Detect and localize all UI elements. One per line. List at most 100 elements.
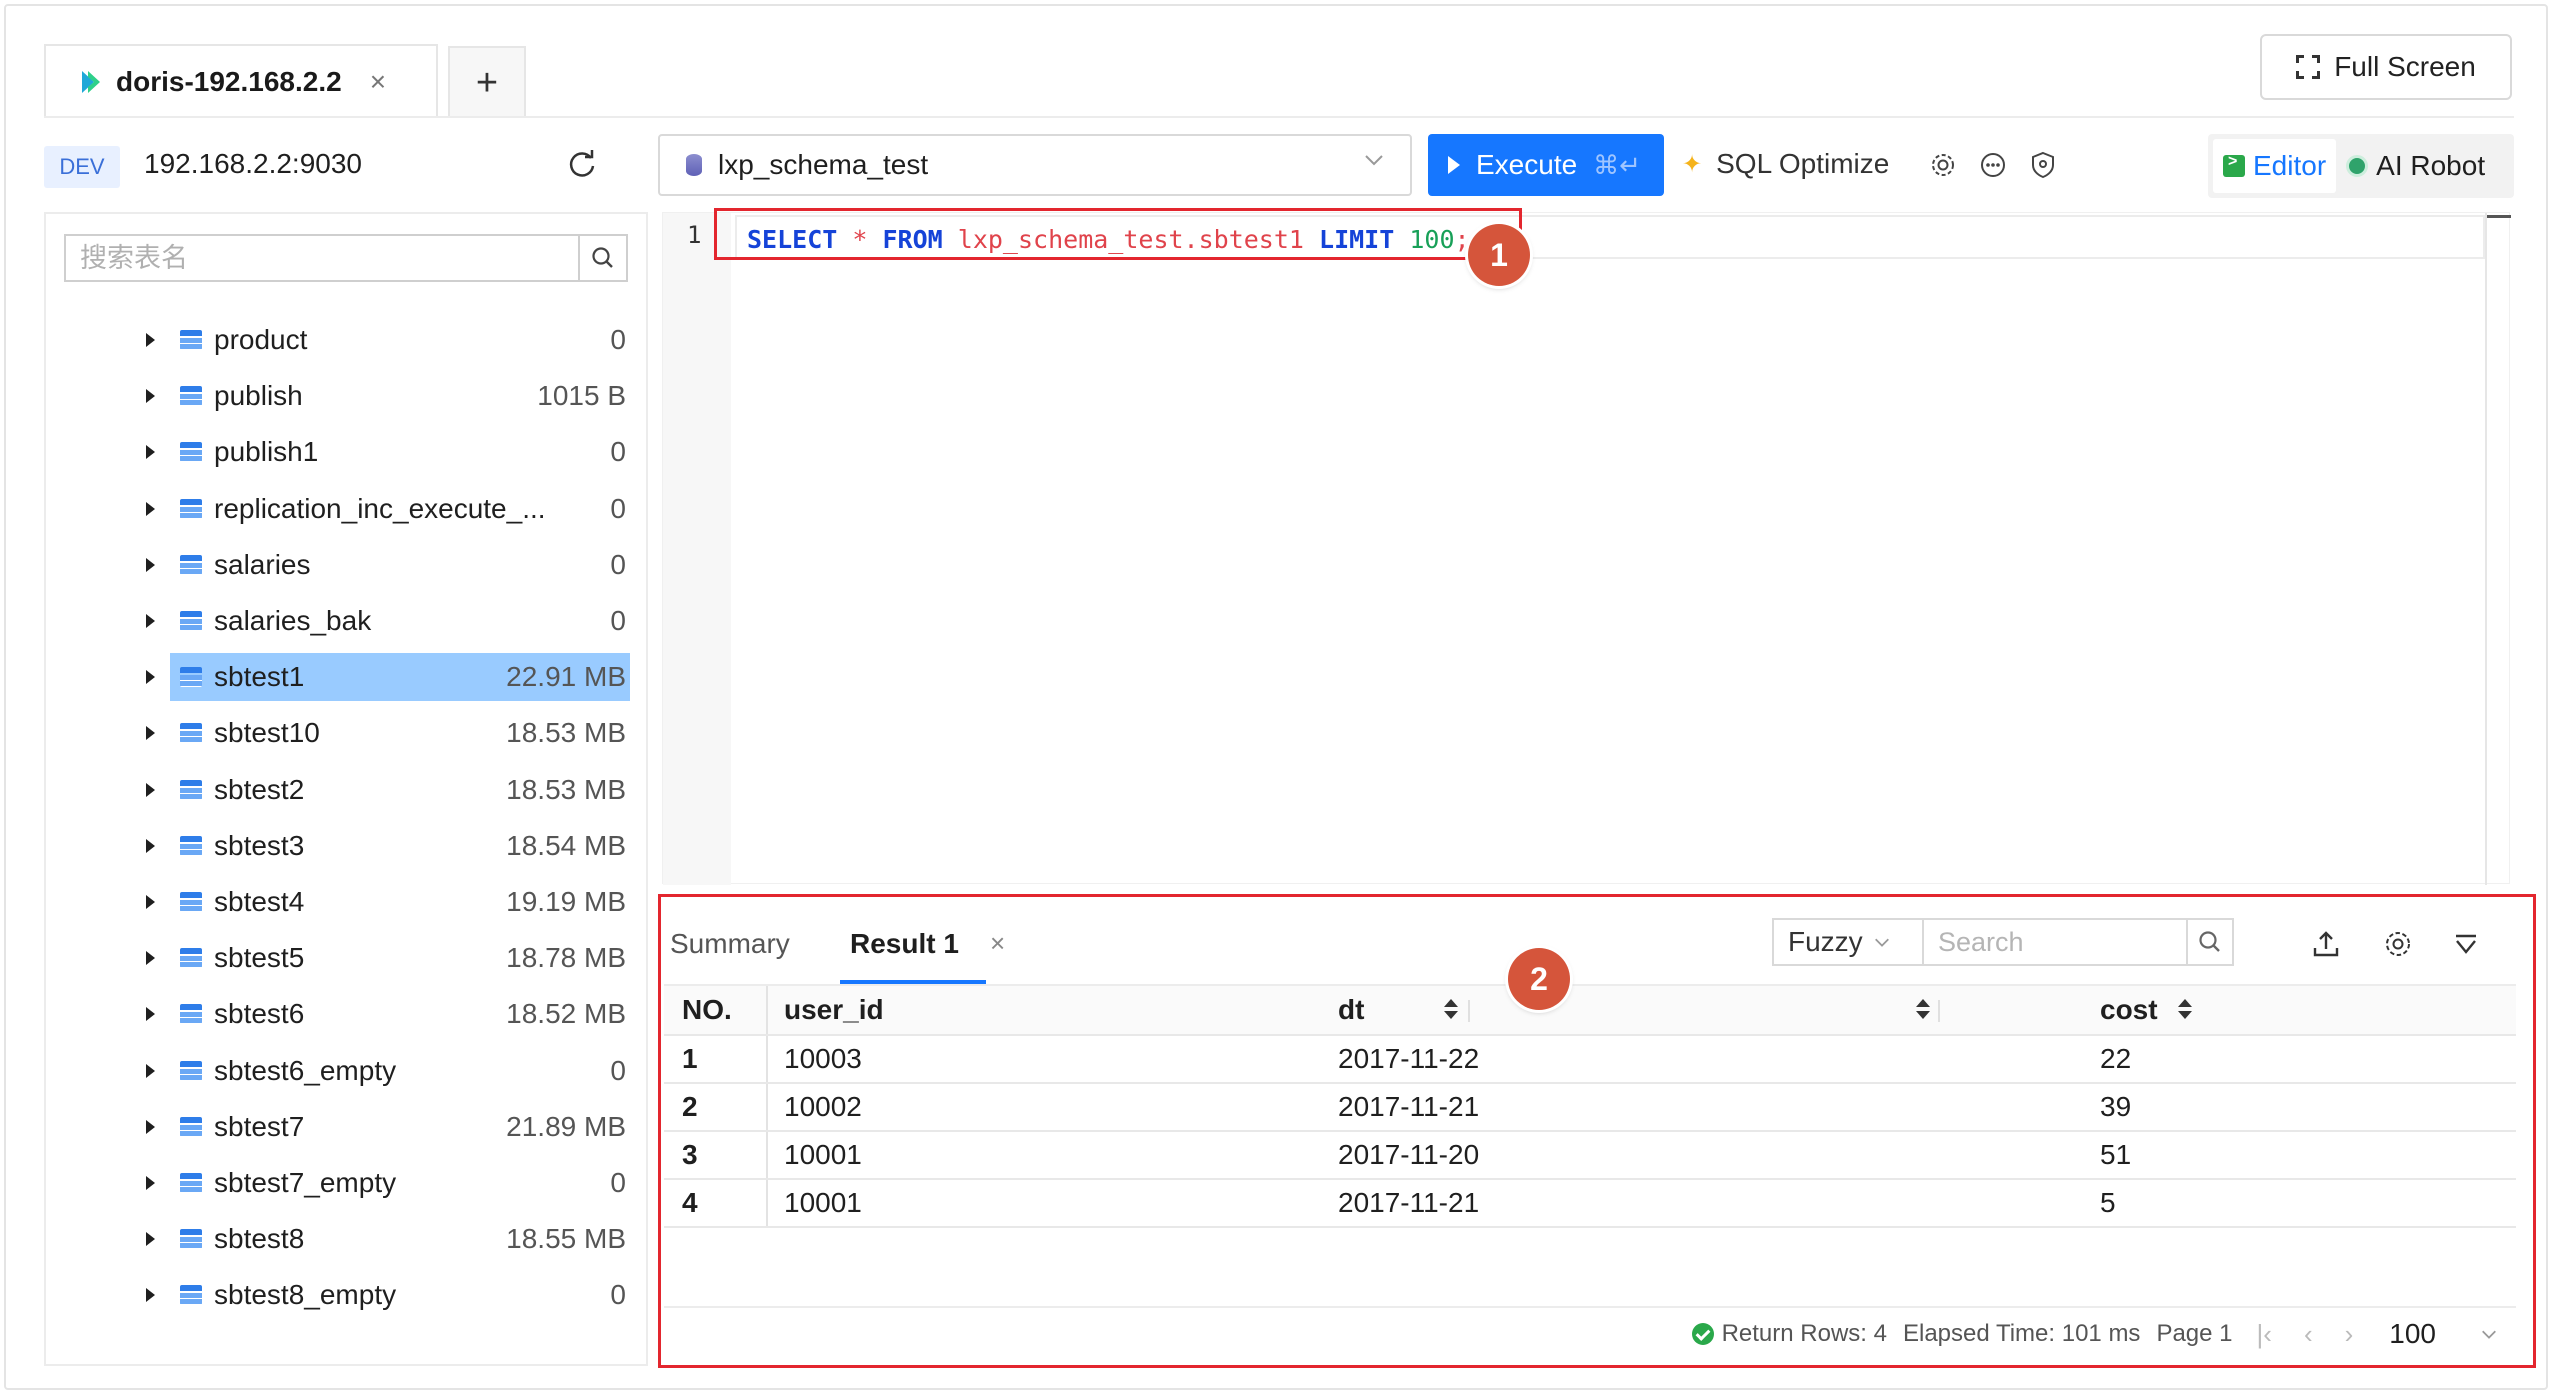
table-icon [180, 891, 202, 912]
connection-header: DEV 192.168.2.2:9030 [44, 142, 634, 192]
table-name: publish [214, 380, 303, 412]
execute-button[interactable]: Execute ⌘↵ [1428, 134, 1664, 196]
table-name: sbtest3 [214, 829, 305, 861]
expand-caret-icon[interactable] [146, 501, 155, 516]
table-name: sbtest4 [214, 885, 305, 917]
doris-logo-icon [82, 71, 100, 93]
expand-caret-icon[interactable] [146, 1063, 155, 1078]
ai-robot-mode-tab[interactable]: AI Robot [2336, 139, 2495, 193]
expand-caret-icon[interactable] [146, 1232, 155, 1247]
editor-mode-tab[interactable]: Editor [2213, 139, 2337, 193]
table-size: 19.19 MB [506, 885, 626, 917]
callout-highlight-results [658, 894, 2536, 1368]
chevron-down-icon [1365, 155, 1383, 166]
table-name: sbtest8 [214, 1223, 305, 1255]
table-size: 0 [610, 492, 626, 524]
tab-close-icon[interactable]: × [370, 66, 386, 98]
table-icon [180, 1116, 202, 1137]
expand-caret-icon[interactable] [146, 333, 155, 348]
editor-mode-label: Editor [2253, 150, 2327, 181]
table-icon [180, 1004, 202, 1025]
expand-caret-icon[interactable] [146, 1288, 155, 1303]
table-tree-item[interactable]: sbtest3 18.54 MB [46, 818, 650, 874]
mode-switch: Editor AI Robot [2208, 134, 2514, 198]
table-tree-item[interactable]: sbtest2 18.53 MB [46, 762, 650, 818]
editor-scrollbar[interactable] [2485, 213, 2511, 885]
expand-caret-icon[interactable] [146, 614, 155, 629]
table-tree-item[interactable]: publish 1015 B [46, 368, 650, 424]
table-tree-item[interactable]: salaries_bak 0 [46, 593, 650, 649]
table-search-input[interactable] [66, 236, 576, 280]
expand-caret-icon[interactable] [146, 670, 155, 685]
expand-caret-icon[interactable] [146, 1119, 155, 1134]
table-tree-item[interactable]: sbtest5 18.78 MB [46, 930, 650, 986]
table-tree-item[interactable]: sbtest10 18.53 MB [46, 705, 650, 761]
full-screen-button[interactable]: Full Screen [2260, 34, 2512, 100]
ai-robot-icon [2346, 155, 2369, 177]
refresh-icon[interactable] [564, 146, 600, 182]
tab-connection-label: doris-192.168.2.2 [116, 66, 342, 97]
tab-divider [44, 116, 2514, 118]
expand-caret-icon[interactable] [146, 894, 155, 909]
table-search-box [64, 234, 628, 282]
table-tree-item[interactable]: sbtest1 22.91 MB [46, 649, 650, 705]
table-icon [180, 667, 202, 688]
expand-caret-icon[interactable] [146, 1007, 155, 1022]
table-icon [180, 948, 202, 969]
table-icon [180, 1229, 202, 1250]
table-tree-item[interactable]: sbtest4 19.19 MB [46, 874, 650, 930]
table-tree-item[interactable]: sbtest7_empty 0 [46, 1155, 650, 1211]
expand-caret-icon[interactable] [146, 1175, 155, 1190]
sql-editor[interactable]: 1 SELECT * FROM lxp_schema_test.sbtest1 … [662, 212, 2511, 885]
tab-bar: doris-192.168.2.2 × + [44, 44, 526, 118]
table-name: publish1 [214, 436, 319, 468]
database-icon [686, 154, 702, 176]
full-screen-label: Full Screen [2334, 51, 2476, 82]
table-size: 0 [610, 1166, 626, 1198]
expand-caret-icon[interactable] [146, 838, 155, 853]
callout-highlight-sql [714, 208, 1522, 260]
table-name: sbtest2 [214, 773, 305, 805]
table-icon [180, 330, 202, 351]
env-badge: DEV [44, 146, 120, 188]
tab-connection[interactable]: doris-192.168.2.2 × [44, 44, 438, 118]
sql-optimize-label: SQL Optimize [1716, 148, 1890, 179]
expand-caret-icon[interactable] [146, 726, 155, 741]
expand-caret-icon[interactable] [146, 445, 155, 460]
table-tree-item[interactable]: sbtest8_empty 0 [46, 1267, 650, 1323]
schema-select[interactable]: lxp_schema_test [658, 134, 1412, 196]
table-tree-item[interactable]: sbtest6 18.52 MB [46, 986, 650, 1042]
table-tree-item[interactable]: salaries 0 [46, 537, 650, 593]
table-tree-item[interactable]: sbtest6_empty 0 [46, 1042, 650, 1098]
expand-caret-icon[interactable] [146, 951, 155, 966]
table-tree-item[interactable]: product 0 [46, 312, 650, 368]
table-name: sbtest6_empty [214, 1054, 397, 1086]
more-options-icon[interactable] [1978, 150, 2008, 180]
table-name: salaries_bak [214, 605, 372, 637]
table-icon [180, 611, 202, 632]
table-name: sbtest1 [214, 661, 305, 693]
table-icon [180, 723, 202, 744]
security-shield-icon[interactable] [2028, 150, 2058, 180]
expand-caret-icon[interactable] [146, 782, 155, 797]
play-icon [1448, 156, 1460, 174]
expand-caret-icon[interactable] [146, 557, 155, 572]
table-search-button[interactable] [578, 236, 626, 280]
table-tree-item[interactable]: publish1 0 [46, 424, 650, 480]
table-list: product 0 publish 1015 Bpublish1 0 replicatio… [46, 312, 650, 1323]
table-size: 18.53 MB [506, 717, 626, 749]
sql-optimize-button[interactable]: ✦ SQL Optimize [1682, 148, 1889, 180]
table-size: 0 [610, 436, 626, 468]
expand-caret-icon[interactable] [146, 389, 155, 404]
settings-gear-icon[interactable] [1928, 150, 1958, 180]
table-size: 0 [610, 324, 626, 356]
host-address: 192.168.2.2:9030 [144, 148, 362, 179]
add-tab-button[interactable]: + [448, 46, 526, 118]
table-tree-item[interactable]: sbtest7 21.89 MB [46, 1099, 650, 1155]
search-icon [592, 247, 613, 268]
table-tree-item[interactable]: sbtest8 18.55 MB [46, 1211, 650, 1267]
table-name: sbtest5 [214, 942, 305, 974]
table-tree-item[interactable]: replication_inc_execute_... 0 [46, 481, 650, 537]
table-size: 0 [610, 605, 626, 637]
expand-icon [2296, 55, 2321, 79]
